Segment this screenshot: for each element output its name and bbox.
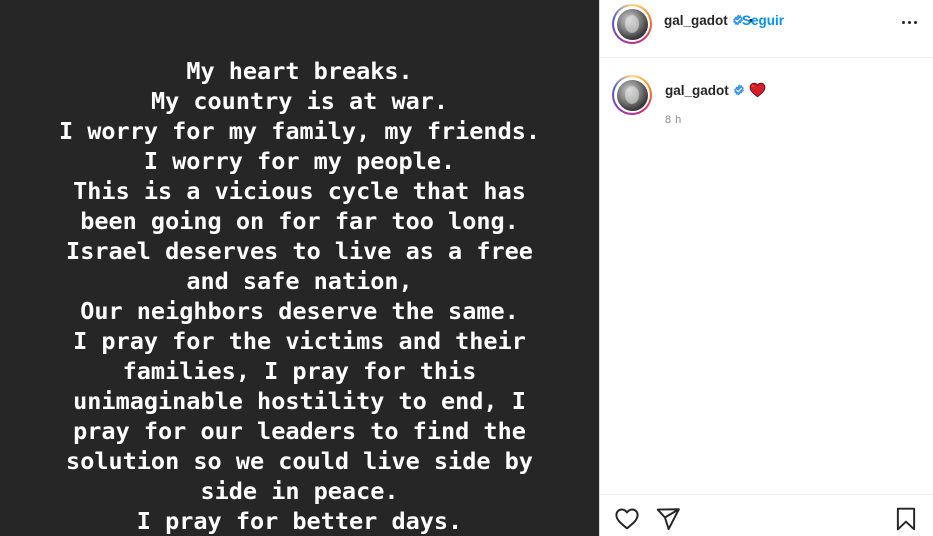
post-header: gal_gadot • Seguir [600, 0, 933, 58]
caption-username-text[interactable]: gal_gadot [665, 83, 729, 98]
avatar[interactable] [612, 4, 652, 44]
story-line: solution so we could live side by [66, 447, 533, 475]
post-modal: My heart breaks. My country is at war. I… [0, 0, 933, 536]
header-username[interactable]: gal_gadot • [664, 13, 753, 28]
more-options-icon[interactable] [899, 14, 919, 30]
caption-profile-photo [616, 79, 648, 111]
story-line: and safe nation, [186, 267, 413, 295]
story-line: Israel deserves to live as a free [66, 237, 533, 265]
follow-button[interactable]: Seguir [742, 13, 784, 28]
story-line: I pray for the victims and their [73, 327, 526, 355]
caption-avatar[interactable] [612, 75, 652, 115]
story-line: I pray for better days. [136, 507, 463, 535]
heart-outline-icon[interactable] [614, 506, 640, 532]
verified-badge-icon [733, 84, 744, 96]
header-username-text[interactable]: gal_gadot [664, 13, 728, 28]
story-line: side in peace. [200, 477, 399, 505]
paper-plane-icon[interactable] [655, 506, 681, 532]
story-line: I worry for my family, my friends. [58, 117, 541, 145]
story-line: I worry for my people. [143, 147, 456, 175]
story-line: My country is at war. [150, 87, 449, 115]
bookmark-icon[interactable] [893, 506, 919, 532]
post-timestamp[interactable]: 8 h [665, 114, 682, 126]
action-bar [600, 494, 933, 536]
post-media[interactable]: My heart breaks. My country is at war. I… [0, 0, 599, 536]
story-line: families, I pray for this [122, 357, 477, 385]
profile-photo [616, 8, 648, 40]
red-heart-icon [749, 82, 766, 98]
caption-username[interactable]: gal_gadot [665, 82, 766, 98]
story-text: My heart breaks. My country is at war. I… [0, 56, 599, 536]
story-line: This is a vicious cycle that has [73, 177, 526, 205]
story-line: Our neighbors deserve the same. [80, 297, 519, 325]
story-line: pray for our leaders to find the [73, 417, 526, 445]
story-line: been going on for far too long. [80, 207, 519, 235]
story-line: My heart breaks. [186, 57, 413, 85]
story-line: unimaginable hostility to end, I [73, 387, 526, 415]
side-panel: gal_gadot • Seguir gal_gadot 8 h [599, 0, 933, 536]
